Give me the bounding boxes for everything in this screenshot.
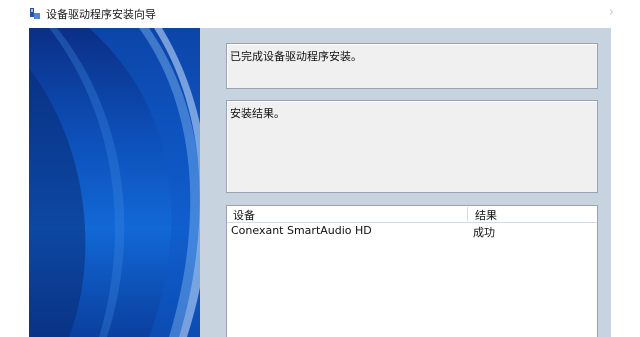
device-result-cell: 成功 bbox=[473, 226, 495, 239]
banner-swoosh-graphic bbox=[29, 28, 200, 337]
window-title: 设备驱动程序安装向导 bbox=[46, 8, 156, 21]
device-name-cell: Conexant SmartAudio HD bbox=[231, 224, 372, 237]
install-result-label: 安装结果。 bbox=[230, 107, 285, 120]
column-divider[interactable] bbox=[467, 207, 468, 221]
wizard-app-icon bbox=[30, 8, 40, 19]
title-bar: 设备驱动程序安装向导 › bbox=[0, 0, 640, 28]
status-message-box: 已完成设备驱动程序安装。 bbox=[226, 43, 598, 89]
list-header: 设备 结果 bbox=[227, 206, 597, 223]
list-item[interactable]: Conexant SmartAudio HD 成功 bbox=[227, 223, 597, 239]
wizard-content-panel: 已完成设备驱动程序安装。 安装结果。 设备 结果 Conexant SmartA… bbox=[200, 28, 611, 337]
install-result-box: 安装结果。 bbox=[226, 100, 598, 193]
wizard-side-banner bbox=[29, 28, 200, 337]
driver-install-wizard-window: 设备驱动程序安装向导 › 已完成设备驱动程序安装。 安装结果。 设备 结果 Co… bbox=[0, 0, 640, 337]
column-header-device[interactable]: 设备 bbox=[233, 207, 467, 222]
column-header-result[interactable]: 结果 bbox=[475, 207, 585, 222]
status-message: 已完成设备驱动程序安装。 bbox=[230, 50, 362, 63]
device-result-list[interactable]: 设备 结果 Conexant SmartAudio HD 成功 bbox=[226, 205, 598, 337]
chevron-right-icon[interactable]: › bbox=[609, 5, 614, 20]
